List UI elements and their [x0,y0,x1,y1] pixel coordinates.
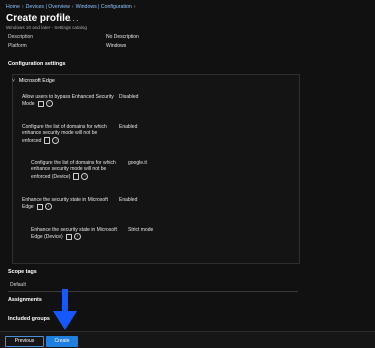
configuration-settings-heading: Configuration settings [8,61,66,67]
copy-icon[interactable] [65,233,72,241]
setting-value: Disabled [119,94,139,100]
setting-label: Allow users to bypass Enhanced Security … [22,94,114,108]
info-icon[interactable]: i [45,100,53,108]
copy-icon[interactable] [44,137,51,144]
divider [8,291,298,292]
page-title: Create profile [6,13,71,24]
create-button[interactable]: Create [46,336,78,347]
setting-value: Strict mode [128,227,154,233]
platform-value: Windows [106,43,127,49]
breadcrumb: Home › Devices | Overview › Windows | Config… [6,4,138,10]
chevron-right-icon: › [21,4,24,10]
setting-value: Enabled [119,124,138,130]
previous-button[interactable]: Previous [5,336,44,347]
settings-group-header[interactable]: ˅ Microsoft Edge [12,78,55,84]
page-subtitle: Windows 10 and later - Settings catalog [6,25,87,30]
scope-tags-heading: Scope tags [8,269,37,275]
settings-group-title: Microsoft Edge [18,78,55,84]
info-icon[interactable]: i [81,172,89,180]
platform-label: Platform [8,43,27,49]
included-groups-heading: Included groups [8,316,50,322]
description-label: Description [8,34,34,40]
chevron-right-icon: › [133,4,136,10]
copy-icon[interactable] [37,100,44,108]
breadcrumb-windows-configuration[interactable]: Windows | Configuration [76,4,132,10]
setting-value: Enabled [119,197,138,203]
breadcrumb-devices-overview[interactable]: Devices | Overview [26,4,70,10]
info-icon[interactable]: i [44,203,52,211]
scope-tag-value: Default [10,282,26,288]
down-arrow-icon [53,289,77,330]
description-value: No Description [106,34,139,40]
copy-icon[interactable] [36,203,43,211]
setting-value: google.it [128,160,147,166]
setting-label: Configure the list of domains for which … [31,160,116,180]
chevron-down-icon: ˅ [12,78,15,84]
breadcrumb-home[interactable]: Home [6,4,20,10]
setting-label: Enhance the security state in Microsoft … [31,227,117,241]
info-icon[interactable]: i [73,233,81,241]
chevron-right-icon: › [71,4,74,10]
assignments-heading: Assignments [8,297,42,303]
more-options-button[interactable]: ... [69,13,80,23]
info-icon[interactable]: i [52,136,60,144]
setting-label: Enhance the security state in Microsoft … [22,197,108,211]
setting-label: Configure the list of domains for which … [22,124,107,144]
copy-icon[interactable] [73,173,80,180]
